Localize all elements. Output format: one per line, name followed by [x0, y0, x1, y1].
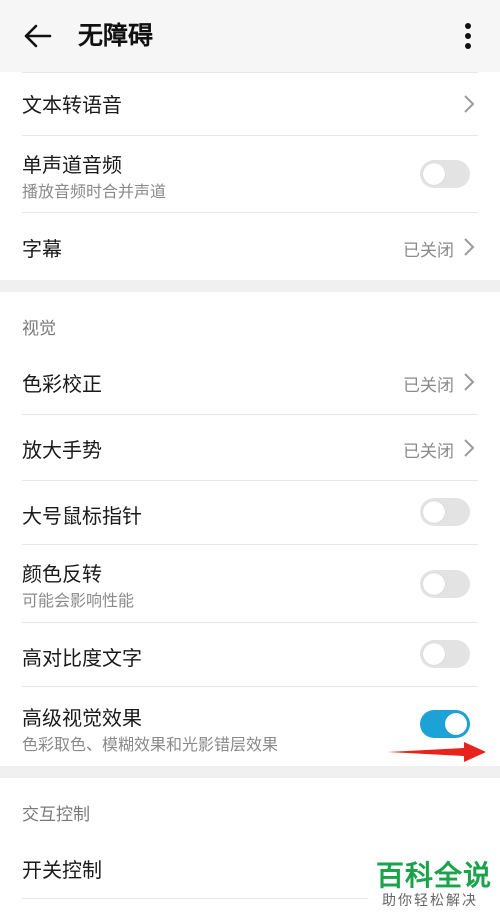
row-title: 高对比度文字: [22, 646, 142, 670]
color-inversion-row[interactable]: 颜色反转 可能会影响性能: [0, 544, 500, 622]
status-text: 已关闭: [403, 376, 454, 396]
status-text: 已关闭: [403, 442, 454, 462]
color-correction-row[interactable]: 色彩校正 已关闭: [0, 348, 500, 414]
audio-section: 文本转语音 单声道音频 播放音频时合并声道 字幕 已关闭: [0, 72, 500, 280]
chevron-right-icon: [464, 95, 475, 113]
chevron-right-icon: [464, 238, 475, 256]
arrow-left-icon[interactable]: [20, 20, 56, 52]
high-contrast-text-toggle[interactable]: [420, 640, 470, 668]
row-title: 色彩校正: [22, 372, 102, 396]
mono-audio-toggle[interactable]: [420, 160, 470, 188]
chevron-right-icon: [464, 439, 475, 457]
row-subtitle: 可能会影响性能: [22, 591, 135, 610]
color-inversion-toggle[interactable]: [420, 570, 470, 598]
row-title: 文本转语音: [22, 93, 122, 117]
large-pointer-row[interactable]: 大号鼠标指针: [0, 480, 500, 544]
status-text: 已关闭: [403, 241, 454, 261]
row-title: 放大手势: [22, 438, 102, 462]
large-pointer-toggle[interactable]: [420, 498, 470, 526]
mono-audio-row[interactable]: 单声道音频 播放音频时合并声道: [0, 135, 500, 212]
advanced-visual-toggle[interactable]: [420, 710, 470, 738]
text-to-speech-row[interactable]: 文本转语音: [0, 72, 500, 135]
visual-section: 视觉 色彩校正 已关闭 放大手势 已关闭 大号鼠标指针 颜色反转 可能会影响性能…: [0, 292, 500, 766]
annotation-arrow-icon: [388, 742, 486, 762]
row-title: 颜色反转: [22, 562, 102, 586]
watermark-logo: 百科全说 助你轻松解决: [368, 852, 494, 914]
row-title: 开关控制: [22, 858, 102, 882]
section-label: 交互控制: [22, 805, 90, 825]
watermark-brand: 百科全说: [376, 859, 493, 892]
page-title: 无障碍: [78, 21, 154, 50]
row-subtitle: 色彩取色、模糊效果和光影错层效果: [22, 735, 279, 754]
row-title: 高级视觉效果: [22, 706, 142, 730]
row-title: 单声道音频: [22, 153, 122, 177]
captions-row[interactable]: 字幕 已关闭: [0, 212, 500, 280]
high-contrast-text-row[interactable]: 高对比度文字: [0, 622, 500, 686]
row-subtitle: 播放音频时合并声道: [22, 182, 167, 201]
section-label: 视觉: [22, 319, 56, 339]
magnification-row[interactable]: 放大手势 已关闭: [0, 414, 500, 480]
more-vertical-icon[interactable]: [456, 18, 480, 54]
app-bar: 无障碍: [0, 0, 500, 72]
chevron-right-icon: [464, 373, 475, 391]
row-title: 大号鼠标指针: [22, 504, 142, 528]
row-title: 字幕: [22, 237, 62, 261]
watermark-slogan: 助你轻松解决: [382, 893, 478, 909]
